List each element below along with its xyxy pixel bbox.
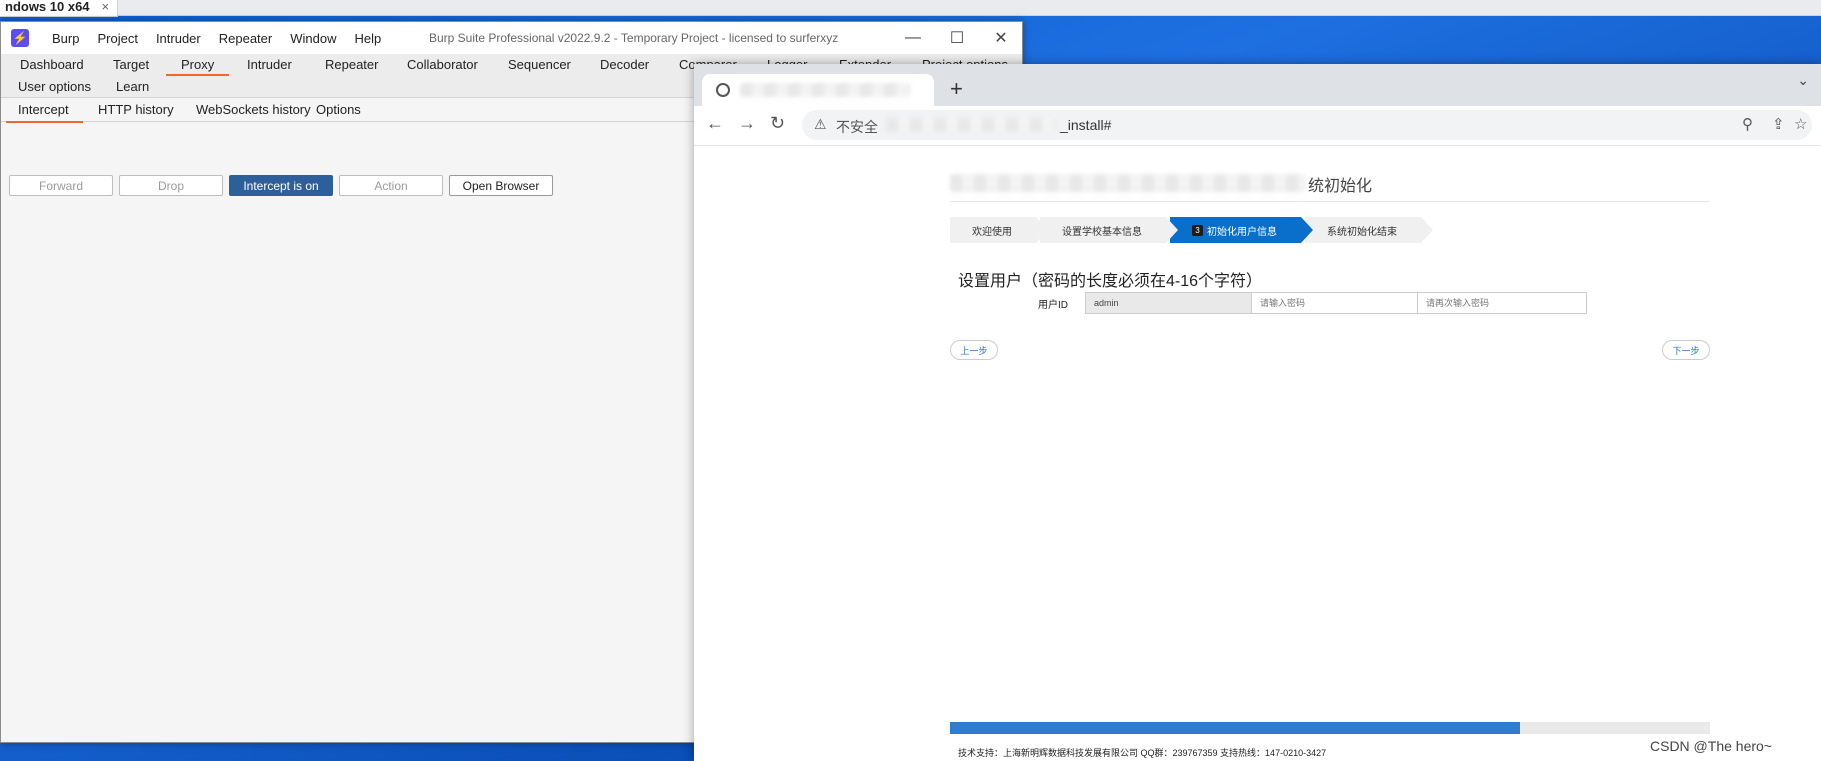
page-title-redacted [950,174,1306,192]
share-icon[interactable]: ⇪ [1772,115,1785,133]
step-welcome: 欢迎使用 [950,217,1048,243]
step-school-info: 设置学校基本信息 [1040,217,1178,243]
tab-options[interactable]: Options [316,102,361,117]
menu-help[interactable]: Help [345,31,390,46]
page-title: 统初始化 [1308,178,1373,195]
vm-tab-strip: ndows 10 x64 × [0,0,1821,17]
section-heading: 设置用户（密码的长度必须在4-16个字符） [958,273,1263,290]
next-step-button[interactable]: 下一步 [1662,340,1710,360]
wizard-steps: 欢迎使用 设置学校基本信息 3 初始化用户信息 系统初始化结束 [950,217,1433,243]
tab-target[interactable]: Target [113,57,149,72]
menu-burp[interactable]: Burp [43,31,88,46]
tab-collaborator[interactable]: Collaborator [407,57,478,72]
step-label: 初始化用户信息 [1207,226,1277,238]
open-browser-button[interactable]: Open Browser [449,175,553,196]
title-divider [950,201,1710,202]
step-label: 欢迎使用 [972,226,1012,238]
reload-icon[interactable]: ↻ [770,113,785,134]
bookmark-star-icon[interactable]: ☆ [1794,115,1807,133]
page-content: 统初始化 欢迎使用 设置学校基本信息 3 初始化用户信息 系统初始化结束 设置用… [694,146,1821,761]
minimize-icon[interactable]: — [891,22,935,54]
install-progress-bar [950,722,1710,734]
tab-websockets-history[interactable]: WebSockets history [196,102,311,117]
browser-tabbar: + ⌄ [694,64,1821,106]
tab-dashboard[interactable]: Dashboard [20,57,84,72]
menu-project[interactable]: Project [88,31,146,46]
not-secure-label: 不安全 [836,119,878,135]
vm-tab[interactable]: ndows 10 x64 × [0,0,119,17]
tab-decoder[interactable]: Decoder [600,57,649,72]
intercept-toggle-button[interactable]: Intercept is on [229,175,333,196]
tab-title-redacted [740,83,910,97]
user-id-field[interactable] [1085,292,1255,314]
step-label: 系统初始化结束 [1327,226,1397,238]
step-finish: 系统初始化结束 [1305,217,1433,243]
step-label: 设置学校基本信息 [1062,226,1142,238]
tab-favicon-icon [716,83,730,97]
browser-toolbar: ← → ↻ ⚠ 不安全 _install# ⚲ ⇪ ☆ [694,106,1821,146]
new-tab-icon[interactable]: + [950,76,963,102]
forward-icon[interactable]: → [738,113,756,134]
back-icon[interactable]: ← [706,113,724,134]
url-text: _install# [1060,117,1112,133]
not-secure-icon[interactable]: ⚠ [814,116,827,133]
address-bar[interactable]: ⚠ 不安全 _install# ⚲ ⇪ ☆ [802,110,1812,140]
tab-user-options[interactable]: User options [18,79,91,94]
tab-http-history[interactable]: HTTP history [98,102,174,117]
maximize-icon[interactable]: ☐ [935,22,979,54]
support-footer: 技术支持：上海新明辉数据科技发展有限公司 QQ群：239767359 支持热线：… [958,748,1327,758]
forward-button[interactable]: Forward [9,175,113,196]
menu-intruder[interactable]: Intruder [147,31,210,46]
vm-tab-close-icon[interactable]: × [102,0,110,16]
burp-window-title: Burp Suite Professional v2022.9.2 - Temp… [429,31,839,45]
drop-button[interactable]: Drop [119,175,223,196]
browser-tab[interactable] [702,74,934,106]
step-user-info: 3 初始化用户信息 [1170,217,1313,243]
action-button[interactable]: Action [339,175,443,196]
prev-step-button[interactable]: 上一步 [950,340,998,360]
zoom-icon[interactable]: ⚲ [1742,115,1753,133]
browser-window: + ⌄ ← → ↻ ⚠ 不安全 _install# ⚲ ⇪ ☆ 统初始化 欢迎使… [694,64,1821,761]
burp-titlebar: ⚡ Burp Project Intruder Repeater Window … [1,22,1022,54]
csdn-watermark: CSDN @The hero~ [1650,738,1772,754]
vm-tab-title: ndows 10 x64 [5,0,90,14]
tab-learn[interactable]: Learn [116,79,149,94]
url-redacted [886,118,1056,132]
step-number: 3 [1192,224,1203,236]
tab-sequencer[interactable]: Sequencer [508,57,571,72]
tab-search-chevron-icon[interactable]: ⌄ [1797,72,1809,89]
burp-logo-icon: ⚡ [11,29,29,47]
menu-window[interactable]: Window [281,31,345,46]
confirm-password-field[interactable] [1417,292,1587,314]
user-id-label: 用户ID [1038,300,1068,311]
password-field[interactable] [1251,292,1421,314]
tab-intercept[interactable]: Intercept [6,102,83,123]
tab-intruder[interactable]: Intruder [247,57,292,72]
tab-proxy[interactable]: Proxy [165,57,230,76]
install-progress-fill [950,722,1520,734]
close-icon[interactable]: ✕ [979,22,1023,54]
menu-repeater[interactable]: Repeater [210,31,281,46]
burp-menubar: Burp Project Intruder Repeater Window He… [43,31,390,46]
tab-repeater[interactable]: Repeater [325,57,378,72]
